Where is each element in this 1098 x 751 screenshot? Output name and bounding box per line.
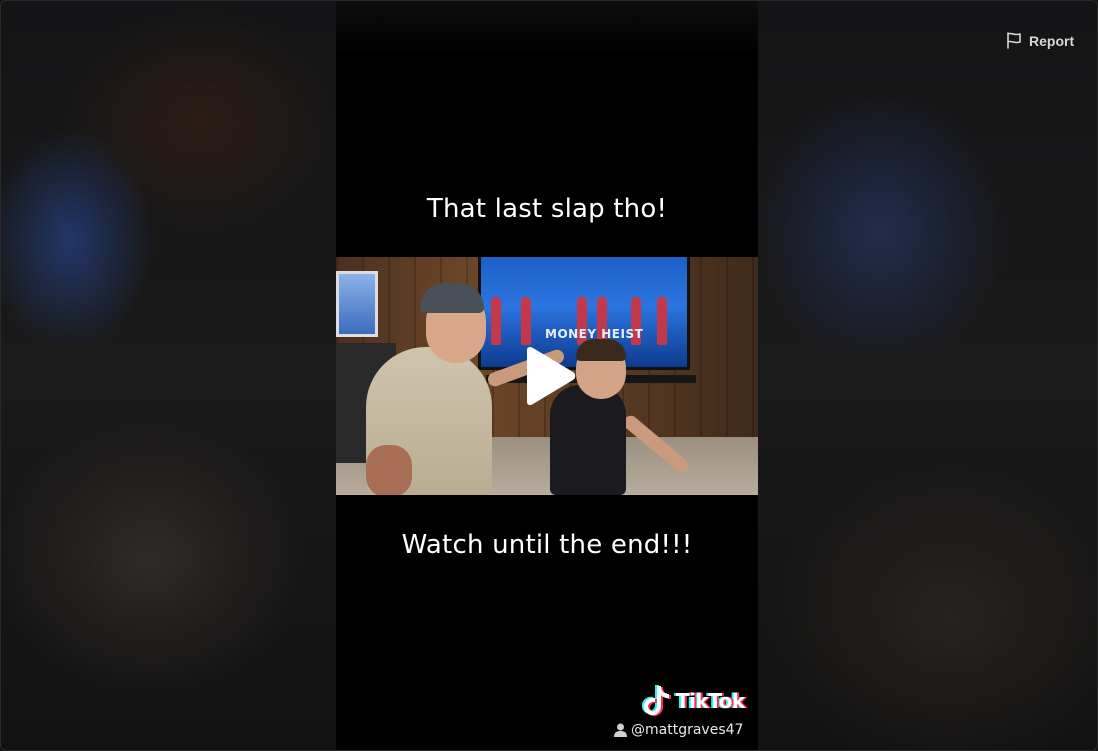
tiktok-brand: TikTok	[676, 689, 745, 713]
report-button[interactable]: Report	[1006, 32, 1074, 49]
flag-icon	[1007, 32, 1021, 49]
creator-handle-text: @mattgraves47	[631, 722, 744, 738]
report-label: Report	[1029, 32, 1075, 49]
video-man-cap	[420, 283, 484, 313]
user-icon	[614, 723, 627, 737]
video-viewer: That last slap tho! MONEY HEIST Watch un…	[0, 0, 1098, 751]
play-icon[interactable]	[521, 346, 577, 406]
video-still[interactable]: MONEY HEIST	[336, 257, 758, 495]
tv-figure	[521, 297, 531, 345]
video-top-fade	[336, 0, 758, 56]
tv-figure	[491, 297, 501, 345]
video-kid-hair	[576, 339, 626, 361]
creator-handle: @mattgraves47	[614, 722, 743, 738]
video-monitor	[336, 271, 378, 337]
caption-bottom: Watch until the end!!!	[401, 530, 693, 560]
tiktok-logo-icon	[642, 685, 671, 717]
tv-figure	[657, 297, 667, 345]
tiktok-watermark: TikTok	[642, 684, 745, 718]
video-player[interactable]: That last slap tho! MONEY HEIST Watch un…	[336, 0, 758, 751]
caption-top: That last slap tho!	[426, 194, 668, 224]
video-man-arm	[366, 445, 412, 495]
